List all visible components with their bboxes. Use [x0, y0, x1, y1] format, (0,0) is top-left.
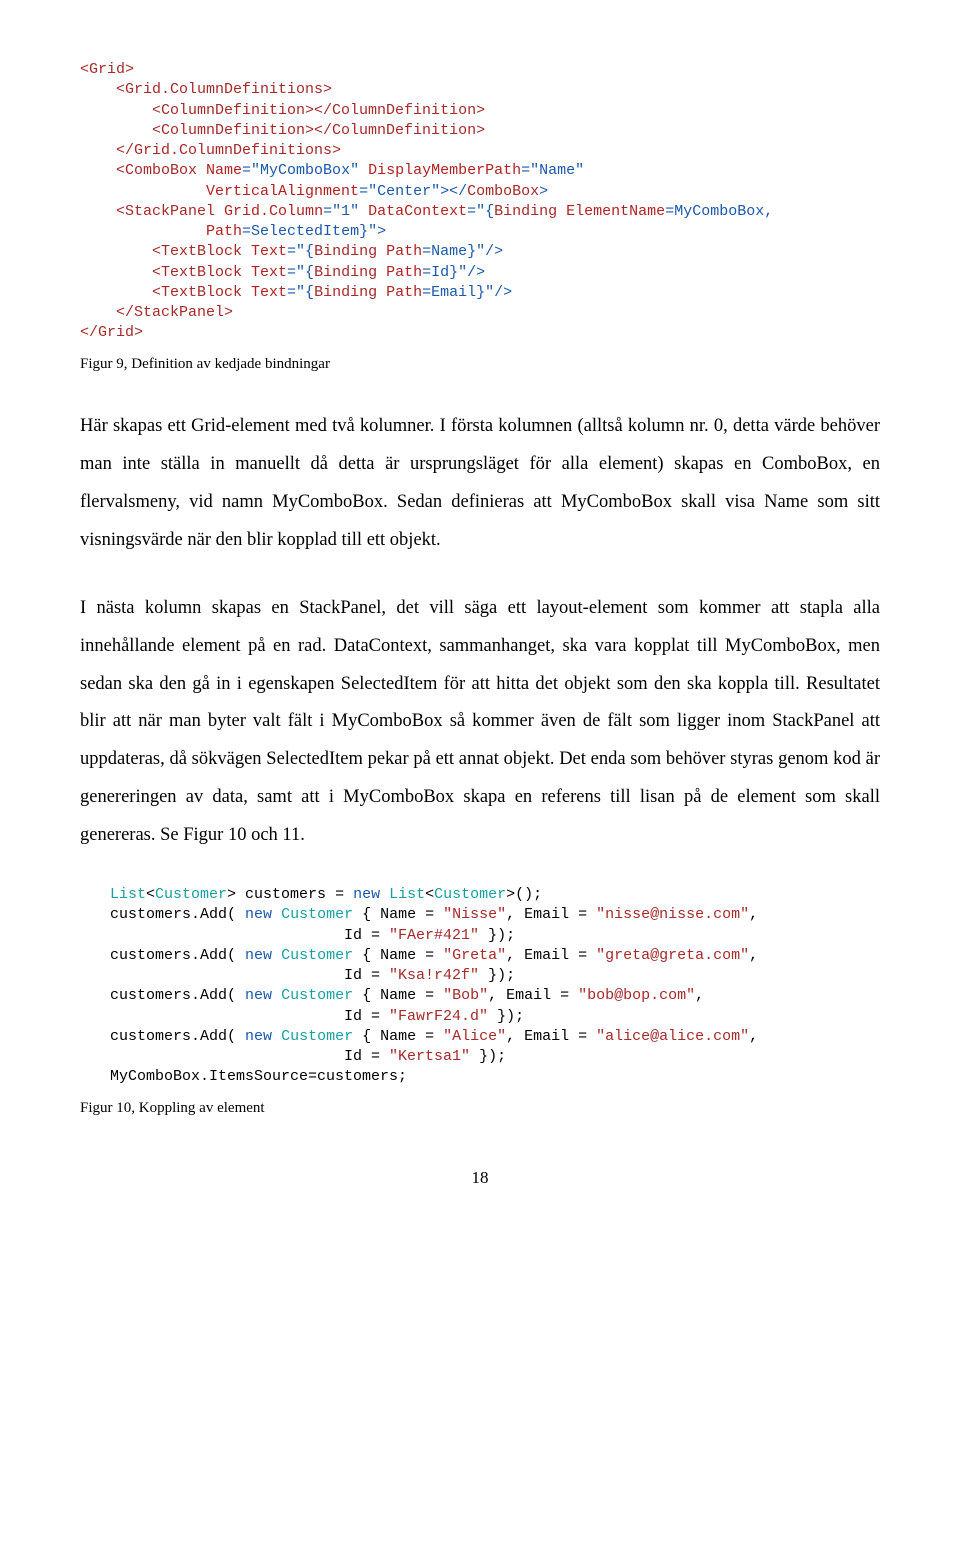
- code-block-xaml: <Grid> <Grid.ColumnDefinitions> <ColumnD…: [80, 60, 880, 344]
- page-number: 18: [80, 1162, 880, 1194]
- code-block-csharp: List<Customer> customers = new List<Cust…: [110, 885, 880, 1088]
- paragraph-1: Här skapas ett Grid-element med två kolu…: [80, 408, 880, 560]
- code-line: Id = "FAer#421" });: [110, 927, 515, 944]
- code-line: <TextBlock Text="{Binding Path=Name}"/>: [80, 243, 503, 260]
- code-line: </StackPanel>: [80, 304, 233, 321]
- code-line: <TextBlock Text="{Binding Path=Email}"/>: [80, 284, 512, 301]
- code-line: MyComboBox.ItemsSource=customers;: [110, 1068, 407, 1085]
- code-line: Id = "FawrF24.d" });: [110, 1008, 524, 1025]
- code-line: <ColumnDefinition></ColumnDefinition>: [80, 102, 485, 119]
- paragraph-2: I nästa kolumn skapas en StackPanel, det…: [80, 590, 880, 855]
- code-line: Id = "Kertsa1" });: [110, 1048, 506, 1065]
- code-line: <TextBlock Text="{Binding Path=Id}"/>: [80, 264, 485, 281]
- code-line: customers.Add( new Customer { Name = "Gr…: [110, 947, 758, 964]
- code-line: <ComboBox Name="MyComboBox" DisplayMembe…: [80, 162, 584, 179]
- code-line: customers.Add( new Customer { Name = "Ni…: [110, 906, 758, 923]
- code-line: </Grid.ColumnDefinitions>: [80, 142, 341, 159]
- code-line: <Grid>: [80, 61, 134, 78]
- code-line: Path=SelectedItem}">: [80, 223, 386, 240]
- code-line: <Grid.ColumnDefinitions>: [80, 81, 332, 98]
- code-line: List<Customer> customers = new List<Cust…: [110, 886, 542, 903]
- code-line: customers.Add( new Customer { Name = "Al…: [110, 1028, 758, 1045]
- figure-caption-9: Figur 9, Definition av kedjade bindninga…: [80, 350, 880, 379]
- code-line: </Grid>: [80, 324, 143, 341]
- code-line: customers.Add( new Customer { Name = "Bo…: [110, 987, 704, 1004]
- code-line: <ColumnDefinition></ColumnDefinition>: [80, 122, 485, 139]
- code-line: VerticalAlignment="Center"></ComboBox>: [80, 183, 548, 200]
- code-line: Id = "Ksa!r42f" });: [110, 967, 515, 984]
- figure-caption-10: Figur 10, Koppling av element: [80, 1094, 880, 1123]
- code-line: <StackPanel Grid.Column="1" DataContext=…: [80, 203, 773, 220]
